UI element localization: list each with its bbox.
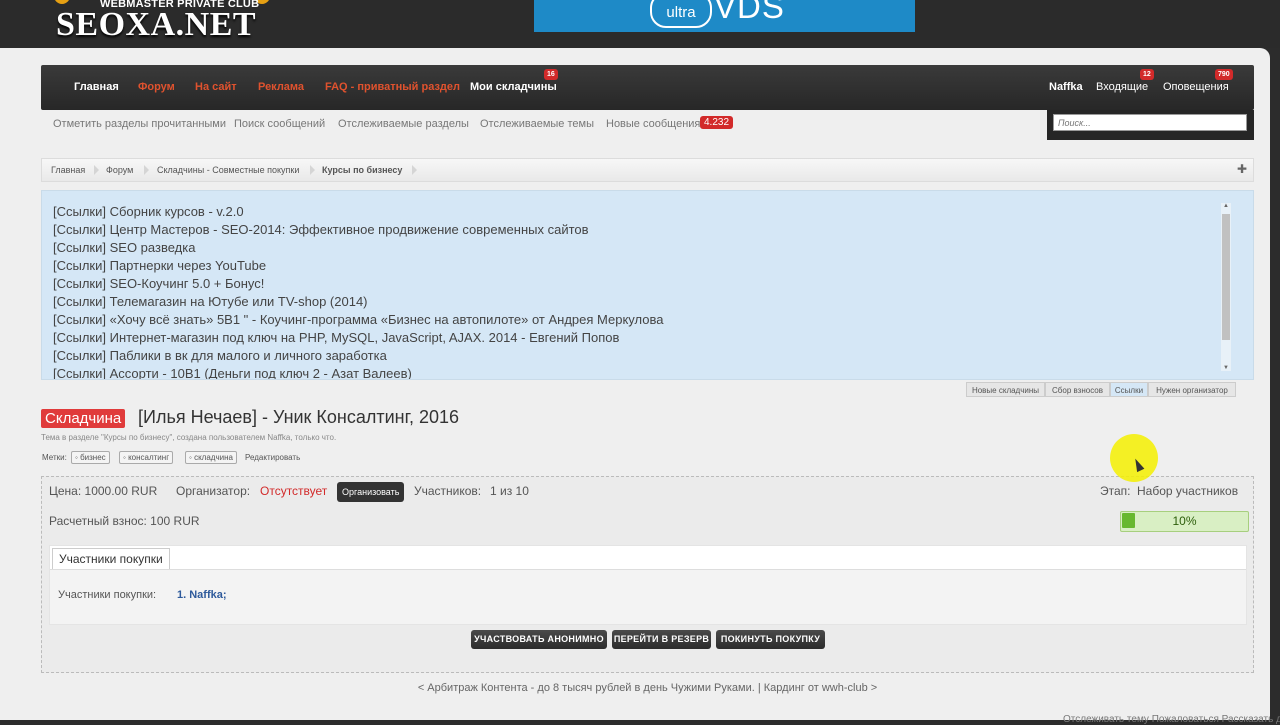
ad-banner[interactable]: ultra VDS bbox=[534, 0, 915, 32]
tab-new-purchases[interactable]: Новые складчины bbox=[966, 382, 1045, 397]
thread-prefix-badge: Складчина bbox=[41, 409, 126, 428]
nav-user-naffka[interactable]: Naffka bbox=[1049, 65, 1083, 110]
links-scroll-box: [Ссылки] Сборник курсов - v.2.0 [Ссылки]… bbox=[41, 190, 1254, 380]
link-item[interactable]: [Ссылки] Телемагазин на Ютубе или TV-sho… bbox=[53, 293, 663, 311]
link-item[interactable]: [Ссылки] Ассорти - 10В1 (Деньги под ключ… bbox=[53, 365, 663, 379]
links-scrollbar[interactable]: ▲ ▼ bbox=[1221, 203, 1231, 371]
organize-button[interactable]: Организовать bbox=[337, 482, 405, 502]
cloud-icon: ultra bbox=[650, 0, 712, 28]
scroll-up-icon[interactable]: ▲ bbox=[1222, 203, 1230, 209]
alerts-badge: 790 bbox=[1215, 69, 1233, 80]
breadcrumb: Главная Форум Складчины - Совместные пок… bbox=[41, 158, 1254, 182]
nav-label: FAQ - приватный раздел bbox=[325, 81, 461, 93]
tab-participants[interactable]: Участники покупки bbox=[52, 548, 170, 569]
my-purchases-badge: 16 bbox=[544, 69, 558, 80]
nav-label: Реклама bbox=[258, 81, 305, 93]
purchase-info-box: Цена: 1000.00 RUR Организатор: Отсутству… bbox=[41, 476, 1254, 673]
nav-label: Форум bbox=[138, 81, 175, 93]
link-item[interactable]: [Ссылки] Сборник курсов - v.2.0 bbox=[53, 203, 663, 221]
logo-decoration-icon bbox=[54, 0, 70, 4]
breadcrumb-business-courses[interactable]: Курсы по бизнесу bbox=[322, 159, 402, 181]
tag-skladchina[interactable]: ◦ складчина bbox=[185, 451, 237, 464]
join-anonymous-button[interactable]: УЧАСТВОВАТЬ АНОНИМНО bbox=[471, 630, 607, 649]
link-item[interactable]: [Ссылки] Интернет-магазин под ключ на PH… bbox=[53, 329, 663, 347]
nav-item-site[interactable]: На сайт bbox=[195, 65, 237, 110]
stage-value: Набор участников bbox=[1137, 484, 1239, 498]
new-posts-count: 4.232 bbox=[700, 116, 734, 129]
organizer-label: Организатор: bbox=[176, 484, 251, 498]
thread-prev-next[interactable]: < Арбитраж Контента - до 8 тысяч рублей … bbox=[0, 682, 1280, 694]
participants-tabbar: Участники покупки bbox=[50, 546, 1246, 570]
breadcrumb-home[interactable]: Главная bbox=[51, 159, 85, 181]
tags-label: Метки: bbox=[42, 453, 67, 462]
links-list: [Ссылки] Сборник курсов - v.2.0 [Ссылки]… bbox=[53, 203, 663, 379]
search-area bbox=[1047, 110, 1254, 140]
breadcrumb-separator-icon bbox=[412, 165, 417, 175]
price-text: Цена: 1000.00 RUR bbox=[49, 484, 158, 498]
breadcrumb-separator-icon bbox=[94, 165, 99, 175]
mark-read-link[interactable]: Отметить разделы прочитанными bbox=[53, 118, 226, 130]
nav-item-forum[interactable]: Форум bbox=[138, 65, 175, 110]
breadcrumb-forum[interactable]: Форум bbox=[106, 159, 133, 181]
breadcrumb-separator-icon bbox=[310, 165, 315, 175]
organizer-status: Отсутствует bbox=[260, 484, 328, 498]
watched-forums-link[interactable]: Отслеживаемые разделы bbox=[338, 118, 469, 130]
participants-panel: Участники покупки Участники покупки: 1. … bbox=[49, 545, 1247, 625]
thread-meta: Тема в разделе "Курсы по бизнесу", созда… bbox=[41, 433, 337, 442]
breadcrumb-group-buys[interactable]: Складчины - Совместные покупки bbox=[157, 159, 299, 181]
logo-name-text: SEOXA.NET bbox=[56, 6, 257, 43]
thread-title: [Илья Нечаев] - Уник Консалтинг, 2016 bbox=[138, 407, 460, 427]
nav-item-faq[interactable]: FAQ - приватный раздел bbox=[325, 65, 460, 110]
tab-need-organizer[interactable]: Нужен организатор bbox=[1148, 382, 1236, 397]
search-input[interactable] bbox=[1053, 114, 1247, 131]
nav-label: На сайт bbox=[195, 81, 237, 93]
link-item[interactable]: [Ссылки] SEO-Коучинг 5.0 + Бонус! bbox=[53, 275, 663, 293]
nav-label: Главная bbox=[74, 81, 119, 93]
link-item[interactable]: [Ссылки] Партнерки через YouTube bbox=[53, 257, 663, 275]
edit-tags-link[interactable]: Редактировать bbox=[245, 453, 300, 462]
tag-business[interactable]: ◦ бизнес bbox=[71, 451, 110, 464]
stage-label: Этап: bbox=[1100, 484, 1131, 498]
participants-value: 1 из 10 bbox=[490, 484, 529, 498]
site-logo[interactable]: WEBMASTER PRIVATE CLUB SEOXA.NET bbox=[54, 0, 284, 48]
tag-label: складчина bbox=[194, 453, 233, 462]
fee-text: Расчетный взнос: 100 RUR bbox=[49, 514, 200, 528]
participant-name[interactable]: 1. Naffka; bbox=[177, 589, 227, 601]
tags-row: Метки: ◦ бизнес ◦ консалтинг ◦ складчина… bbox=[42, 451, 300, 464]
go-reserve-button[interactable]: ПЕРЕЙТИ В РЕЗЕРВ bbox=[612, 630, 711, 649]
nav-item-home[interactable]: Главная bbox=[74, 65, 119, 110]
participants-list-label: Участники покупки: bbox=[58, 589, 157, 601]
new-posts-link[interactable]: Новые сообщения bbox=[606, 118, 700, 130]
leave-purchase-button[interactable]: ПОКИНУТЬ ПОКУПКУ bbox=[716, 630, 825, 649]
link-item[interactable]: [Ссылки] «Хочу всё знать» 5В1 " - Коучин… bbox=[53, 311, 663, 329]
scroll-down-icon[interactable]: ▼ bbox=[1222, 365, 1230, 371]
tag-consulting[interactable]: ◦ консалтинг bbox=[119, 451, 174, 464]
ad-prefix: ultra bbox=[666, 4, 696, 21]
nav-item-ads[interactable]: Реклама bbox=[258, 65, 304, 110]
breadcrumb-separator-icon bbox=[144, 165, 149, 175]
tab-fee-collection[interactable]: Сбор взносов bbox=[1045, 382, 1110, 397]
link-item[interactable]: [Ссылки] Паблики в вк для малого и лично… bbox=[53, 347, 663, 365]
tag-label: бизнес bbox=[80, 453, 106, 462]
nav-label: Мои складчины bbox=[470, 81, 557, 93]
expand-icon[interactable]: ✚ bbox=[1237, 162, 1247, 176]
ad-text: VDS bbox=[714, 0, 785, 25]
watched-threads-link[interactable]: Отслеживаемые темы bbox=[480, 118, 594, 130]
scroll-thumb[interactable] bbox=[1222, 214, 1230, 340]
participants-label: Участников: bbox=[414, 484, 482, 498]
link-item[interactable]: [Ссылки] Центр Мастеров - SEO-2014: Эффе… bbox=[53, 221, 663, 239]
forum-page: Главная Форум На сайт Реклама FAQ - прив… bbox=[0, 48, 1280, 725]
progress-bar: 10% bbox=[1120, 511, 1249, 532]
tag-label: консалтинг bbox=[128, 453, 170, 462]
inbox-badge: 12 bbox=[1140, 69, 1154, 80]
search-posts-link[interactable]: Поиск сообщений bbox=[234, 118, 325, 130]
link-item[interactable]: [Ссылки] SEO разведка bbox=[53, 239, 663, 257]
progress-label: 10% bbox=[1172, 514, 1197, 528]
main-navbar: Главная Форум На сайт Реклама FAQ - прив… bbox=[41, 65, 1254, 110]
tab-links[interactable]: Ссылки bbox=[1110, 382, 1148, 397]
site-header: WEBMASTER PRIVATE CLUB SEOXA.NET ultra V… bbox=[0, 0, 1280, 48]
